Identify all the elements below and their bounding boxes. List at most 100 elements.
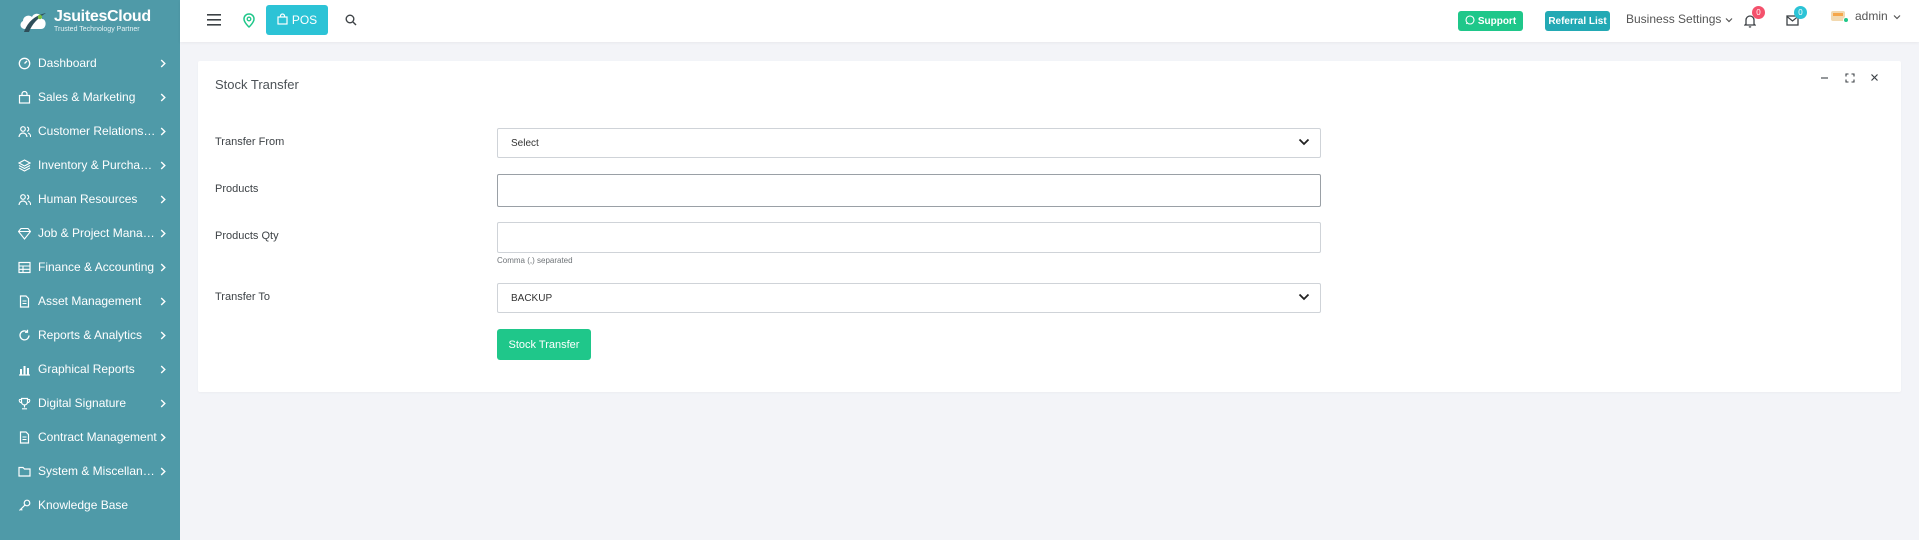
chevron-down-icon [1298, 138, 1310, 149]
chevron-down-icon [1725, 12, 1733, 26]
chevron-right-icon [158, 194, 168, 204]
brand-tagline: Trusted Technology Partner [54, 26, 140, 33]
gauge-icon [17, 56, 31, 70]
transfer-to-select[interactable]: BACKUP [497, 283, 1321, 313]
business-settings-label: Business Settings [1626, 12, 1722, 26]
business-settings-dropdown[interactable]: Business Settings [1626, 12, 1733, 26]
sidebar-item-label: Job & Project Manag... [38, 226, 158, 240]
support-label: Support [1477, 15, 1517, 27]
chevron-right-icon [158, 228, 168, 238]
pos-label: POS [291, 13, 318, 27]
transfer-to-label: Transfer To [215, 291, 271, 303]
chevron-right-icon [158, 432, 168, 442]
notifications-badge: 0 [1752, 6, 1765, 19]
fullscreen-icon[interactable] [1843, 71, 1856, 84]
sidebar-item-sales-marketing[interactable]: Sales & Marketing [0, 80, 180, 114]
sidebar-item-finance-accounting[interactable]: Finance & Accounting [0, 250, 180, 284]
layers-icon [17, 158, 31, 172]
folder-icon [17, 464, 31, 478]
support-button[interactable]: Support [1458, 11, 1523, 31]
table-icon [17, 260, 31, 274]
sidebar-item-human-resources[interactable]: Human Resources [0, 182, 180, 216]
chevron-right-icon [158, 398, 168, 408]
cloud-logo-icon [18, 7, 48, 35]
sidebar-item-label: Digital Signature [38, 396, 127, 410]
chevron-down-icon [1298, 293, 1310, 304]
user-name: admin [1855, 9, 1888, 23]
sidebar-item-dashboard[interactable]: Dashboard [0, 46, 180, 80]
stock-transfer-button[interactable]: Stock Transfer [497, 329, 591, 360]
chevron-down-icon [1893, 9, 1901, 23]
key-icon [17, 498, 31, 512]
sidebar: JsuitesCloud Trusted Technology Partner … [0, 0, 180, 540]
user-menu[interactable]: admin [1830, 8, 1901, 24]
stock-transfer-card: Stock Transfer Transfer From Select Prod… [198, 61, 1901, 392]
sidebar-item-contract-management[interactable]: Contract Management [0, 420, 180, 454]
pos-button[interactable]: POS [266, 5, 328, 35]
sidebar-item-label: Finance & Accounting [38, 260, 155, 274]
products-qty-hint: Comma (,) separated [497, 256, 573, 265]
shopping-bag-icon [17, 90, 31, 104]
chevron-right-icon [158, 296, 168, 306]
refresh-icon [17, 328, 31, 342]
diamond-icon [17, 226, 31, 240]
messages-badge: 0 [1794, 6, 1807, 19]
avatar [1830, 8, 1850, 24]
brand-name: JsuitesCloud [54, 8, 151, 25]
sidebar-item-system-miscellaneo[interactable]: System & Miscellaneo... [0, 454, 180, 488]
sidebar-item-label: Dashboard [38, 56, 97, 70]
transfer-from-label: Transfer From [215, 136, 285, 148]
sidebar-item-knowledge-base[interactable]: Knowledge Base [0, 488, 180, 522]
card-toolbar [1818, 71, 1881, 84]
location-pin-icon[interactable] [242, 12, 256, 28]
sidebar-item-digital-signature[interactable]: Digital Signature [0, 386, 180, 420]
shopping-bag-icon [277, 12, 288, 28]
close-icon[interactable] [1868, 71, 1881, 84]
sidebar-item-inventory-purchasi[interactable]: Inventory & Purchasi... [0, 148, 180, 182]
sidebar-item-label: Knowledge Base [38, 498, 129, 512]
sidebar-item-label: Sales & Marketing [38, 90, 136, 104]
chevron-right-icon [158, 330, 168, 340]
sidebar-item-label: Reports & Analytics [38, 328, 143, 342]
users-icon [17, 192, 31, 206]
chevron-right-icon [158, 58, 168, 68]
sidebar-item-job-project-manag[interactable]: Job & Project Manag... [0, 216, 180, 250]
products-input[interactable] [497, 174, 1321, 207]
transfer-from-select[interactable]: Select [497, 128, 1321, 158]
chevron-right-icon [158, 364, 168, 374]
sidebar-item-reports-analytics[interactable]: Reports & Analytics [0, 318, 180, 352]
sidebar-item-label: Inventory & Purchasi... [38, 158, 158, 172]
card-title: Stock Transfer [215, 77, 299, 92]
products-qty-label: Products Qty [215, 230, 279, 242]
sidebar-item-label: Graphical Reports [38, 362, 135, 376]
sidebar-item-label: Contract Management [38, 430, 157, 444]
top-bar: POS Support Referral List Business Setti… [180, 0, 1919, 42]
sidebar-item-label: Asset Management [38, 294, 142, 308]
chevron-right-icon [158, 92, 168, 102]
sidebar-item-graphical-reports[interactable]: Graphical Reports [0, 352, 180, 386]
trophy-icon [17, 396, 31, 410]
chevron-right-icon [158, 160, 168, 170]
sidebar-item-label: Customer Relationshi... [38, 124, 158, 138]
document-icon [17, 430, 31, 444]
chevron-right-icon [158, 466, 168, 476]
referral-list-button[interactable]: Referral List [1545, 11, 1610, 31]
products-qty-input[interactable] [497, 222, 1321, 253]
transfer-from-value: Select [511, 137, 539, 149]
transfer-to-value: BACKUP [511, 292, 553, 304]
chevron-right-icon [158, 126, 168, 136]
sidebar-item-label: Human Resources [38, 192, 138, 206]
sidebar-item-label: System & Miscellaneo... [38, 464, 158, 478]
document-icon [17, 294, 31, 308]
sidebar-nav: Dashboard Sales & Marketing Customer Relat… [0, 46, 180, 522]
users-icon [17, 124, 31, 138]
sidebar-item-customer-relationshi[interactable]: Customer Relationshi... [0, 114, 180, 148]
bar-chart-icon [17, 362, 31, 376]
menu-toggle-icon[interactable] [206, 12, 222, 28]
search-icon[interactable] [344, 13, 358, 27]
minimize-icon[interactable] [1818, 71, 1831, 84]
whatsapp-icon [1465, 14, 1475, 28]
products-label: Products [215, 183, 259, 195]
brand-logo[interactable]: JsuitesCloud Trusted Technology Partner [0, 0, 180, 42]
sidebar-item-asset-management[interactable]: Asset Management [0, 284, 180, 318]
